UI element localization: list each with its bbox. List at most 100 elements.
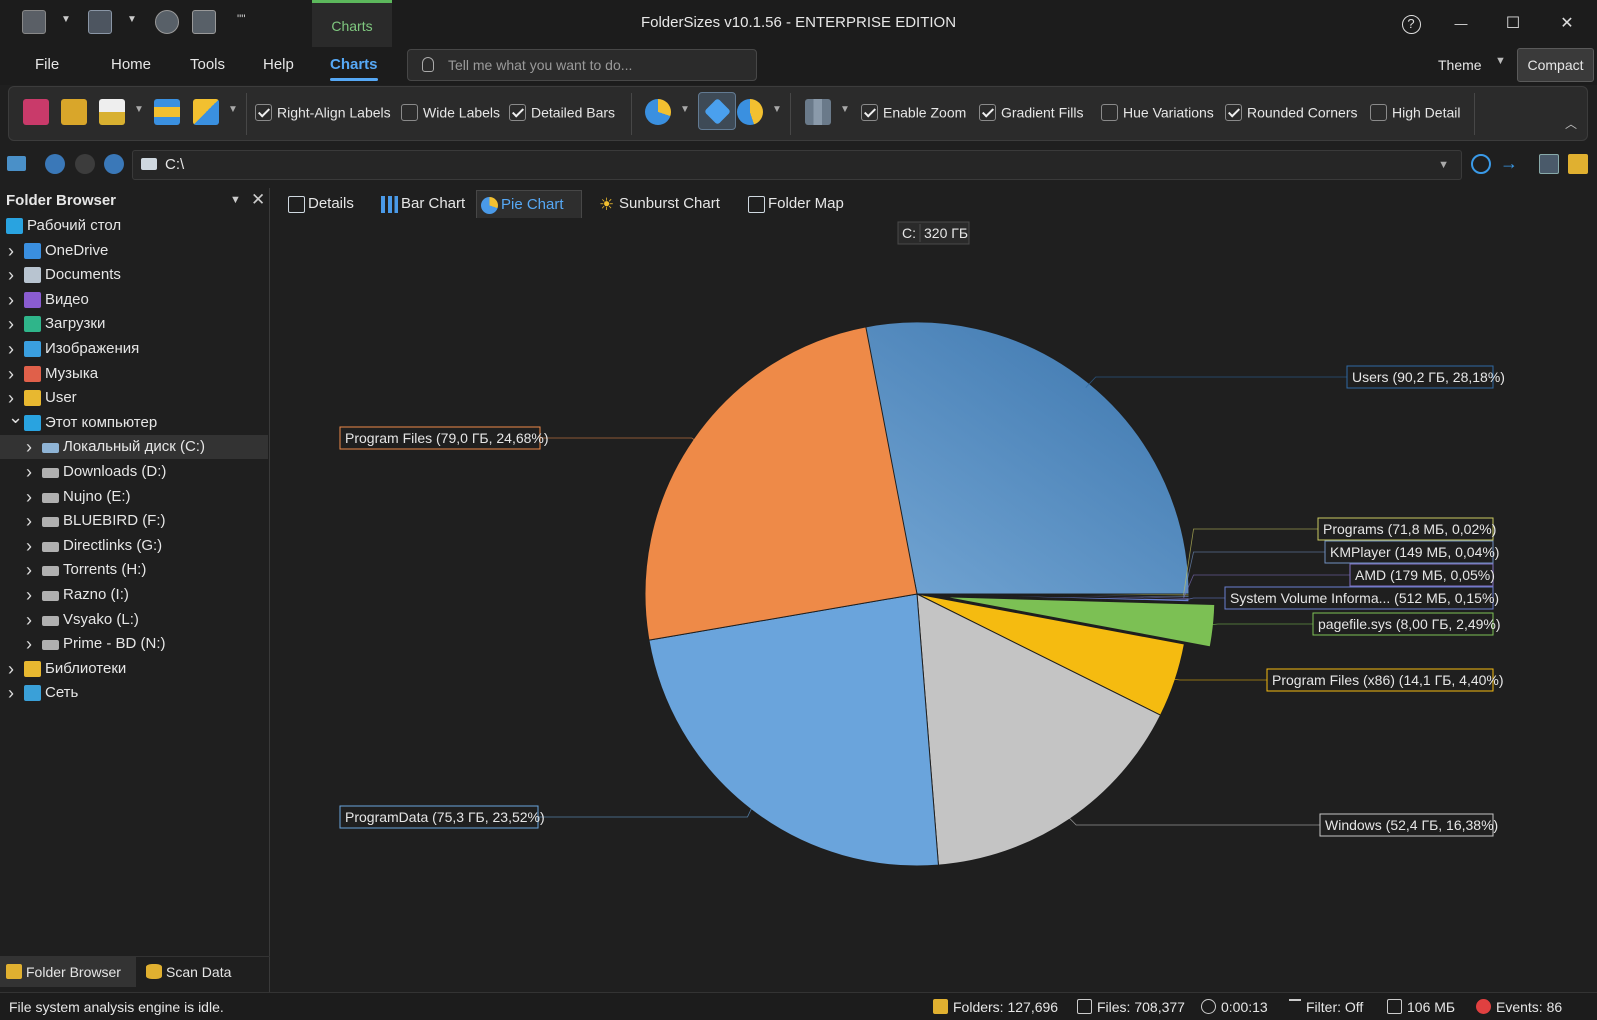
close-button[interactable]: ✕ — [1544, 0, 1590, 47]
tree-node[interactable]: › Directlinks (G:) — [0, 534, 268, 558]
export-icon[interactable] — [99, 99, 125, 125]
chevron-right-icon[interactable]: › — [8, 263, 14, 287]
forward-icon[interactable] — [75, 154, 95, 174]
refresh-icon[interactable] — [1471, 154, 1491, 174]
chevron-right-icon[interactable]: › — [26, 460, 32, 484]
quick-access-more-icon[interactable]: "" — [237, 12, 246, 26]
high-detail-checkbox[interactable]: High Detail — [1370, 103, 1460, 123]
tab-details[interactable]: Details — [284, 190, 364, 218]
status-events[interactable]: Events: 86 — [1476, 999, 1562, 1015]
hue-variations-checkbox[interactable]: Hue Variations — [1101, 103, 1214, 123]
chevron-right-icon[interactable]: › — [8, 288, 14, 312]
checkbox-box[interactable] — [1225, 103, 1242, 121]
tree-node[interactable]: › Downloads (D:) — [0, 460, 268, 484]
status-filter[interactable]: Filter: Off — [1289, 999, 1363, 1015]
help-button[interactable]: ? — [1388, 0, 1434, 47]
tree-node[interactable]: › Prime - BD (N:) — [0, 632, 268, 656]
tab-tools[interactable]: Tools — [190, 56, 225, 73]
chevron-right-icon[interactable]: › — [8, 657, 14, 681]
pie-slice-icon[interactable] — [737, 99, 763, 125]
tree-node[interactable]: › Razno (I:) — [0, 583, 268, 607]
go-arrow-icon[interactable]: → — [1500, 154, 1520, 174]
tell-me-search-input[interactable]: Tell me what you want to do... — [407, 49, 757, 81]
pie-slice-dropdown-icon[interactable]: ▼ — [772, 104, 782, 115]
checkbox-box[interactable] — [979, 103, 996, 121]
tree-node[interactable]: › Documents — [0, 263, 268, 287]
chevron-right-icon[interactable]: › — [26, 534, 32, 558]
right-align-labels-checkbox[interactable]: Right-Align Labels — [255, 103, 391, 123]
enable-zoom-checkbox[interactable]: Enable Zoom — [861, 103, 966, 123]
quick-access-report-dropdown-icon[interactable]: ▼ — [127, 14, 137, 25]
chevron-right-icon[interactable]: › — [8, 337, 14, 361]
map-dropdown-icon[interactable]: ▼ — [840, 104, 850, 115]
quick-access-report-icon[interactable] — [88, 10, 112, 34]
address-input[interactable]: C:\ ▼ — [132, 150, 1462, 180]
tree-node[interactable]: › Vsyako (L:) — [0, 608, 268, 632]
tab-folder-map[interactable]: Folder Map — [744, 190, 854, 218]
quick-access-scan-icon[interactable] — [155, 10, 179, 34]
wide-labels-checkbox[interactable]: Wide Labels — [401, 103, 500, 123]
tree-node[interactable]: › Библиотеки — [0, 657, 268, 681]
chevron-right-icon[interactable]: › — [26, 509, 32, 533]
tree-node[interactable]: › BLUEBIRD (F:) — [0, 509, 268, 533]
tree-node[interactable]: › Локальный диск (C:) — [0, 435, 268, 460]
chevron-right-icon[interactable]: › — [26, 583, 32, 607]
chevron-right-icon[interactable]: › — [26, 632, 32, 656]
chevron-right-icon[interactable]: › — [8, 681, 14, 705]
terminal-icon[interactable] — [1539, 154, 1559, 174]
export-dropdown-icon[interactable]: ▼ — [134, 104, 144, 115]
tab-home[interactable]: Home — [111, 56, 151, 73]
tab-charts[interactable]: Charts — [330, 56, 378, 81]
tree-node[interactable]: › OneDrive — [0, 239, 268, 263]
checkbox-box[interactable] — [255, 103, 272, 121]
quick-access-dropdown-icon[interactable]: ▼ — [61, 14, 71, 25]
tree-node[interactable]: › Nujno (E:) — [0, 485, 268, 509]
save-icon[interactable] — [23, 99, 49, 125]
up-icon[interactable] — [104, 154, 124, 174]
tree-node[interactable]: ⌄ Этот компьютер — [0, 407, 268, 435]
pie-icon[interactable] — [645, 99, 671, 125]
panel-close-icon[interactable]: ✕ — [251, 190, 265, 210]
tree-node[interactable]: › Torrents (H:) — [0, 558, 268, 582]
maximize-button[interactable]: ☐ — [1490, 0, 1536, 47]
pie-slice[interactable] — [862, 321, 1190, 595]
chevron-right-icon[interactable]: › — [8, 362, 14, 386]
theme-dropdown-icon[interactable]: ▼ — [1495, 55, 1506, 67]
tab-help[interactable]: Help — [263, 56, 294, 73]
theme-menu[interactable]: Theme — [1438, 57, 1482, 73]
detailed-bars-checkbox[interactable]: Detailed Bars — [509, 103, 615, 123]
measure-icon[interactable] — [154, 99, 180, 125]
tab-file[interactable]: File — [35, 56, 59, 73]
checkbox-box[interactable] — [401, 103, 418, 121]
minimize-button[interactable]: — — [1438, 0, 1484, 47]
pie-slice[interactable] — [648, 593, 939, 867]
tree-node[interactable]: › Музыка — [0, 362, 268, 386]
pie-dropdown-icon[interactable]: ▼ — [680, 104, 690, 115]
chevron-right-icon[interactable]: › — [26, 558, 32, 582]
gradient-fills-checkbox[interactable]: Gradient Fills — [979, 103, 1083, 123]
quick-access-search-icon[interactable] — [192, 10, 216, 34]
rounded-corners-checkbox[interactable]: Rounded Corners — [1225, 103, 1358, 123]
chevron-right-icon[interactable]: › — [8, 312, 14, 336]
chevron-down-icon[interactable]: ⌄ — [8, 405, 23, 429]
collapse-ribbon-icon[interactable]: ︿ — [1565, 115, 1577, 132]
tag-labels-button[interactable] — [698, 92, 736, 130]
tree-node[interactable]: Рабочий стол — [0, 214, 268, 238]
clipboard-icon[interactable] — [61, 99, 87, 125]
tree-node[interactable]: › User — [0, 386, 268, 410]
compact-button[interactable]: Compact — [1517, 48, 1594, 82]
panel-dropdown-icon[interactable]: ▼ — [230, 194, 241, 206]
tree-node[interactable]: › Изображения — [0, 337, 268, 361]
chevron-right-icon[interactable]: › — [26, 485, 32, 509]
chevron-right-icon[interactable]: › — [26, 435, 32, 459]
tab-sunburst-chart[interactable]: ☀ Sunburst Chart — [595, 190, 730, 218]
chevron-right-icon[interactable]: › — [8, 239, 14, 263]
checkbox-box[interactable] — [509, 103, 526, 121]
back-icon[interactable] — [45, 154, 65, 174]
tab-scan-data[interactable]: Scan Data — [140, 957, 266, 987]
open-folder-icon[interactable] — [1568, 154, 1588, 174]
checkbox-box[interactable] — [1370, 103, 1387, 121]
computer-icon[interactable] — [7, 156, 26, 171]
tab-folder-browser[interactable]: Folder Browser — [0, 957, 136, 987]
tab-bar-chart[interactable]: Bar Chart — [377, 190, 475, 218]
